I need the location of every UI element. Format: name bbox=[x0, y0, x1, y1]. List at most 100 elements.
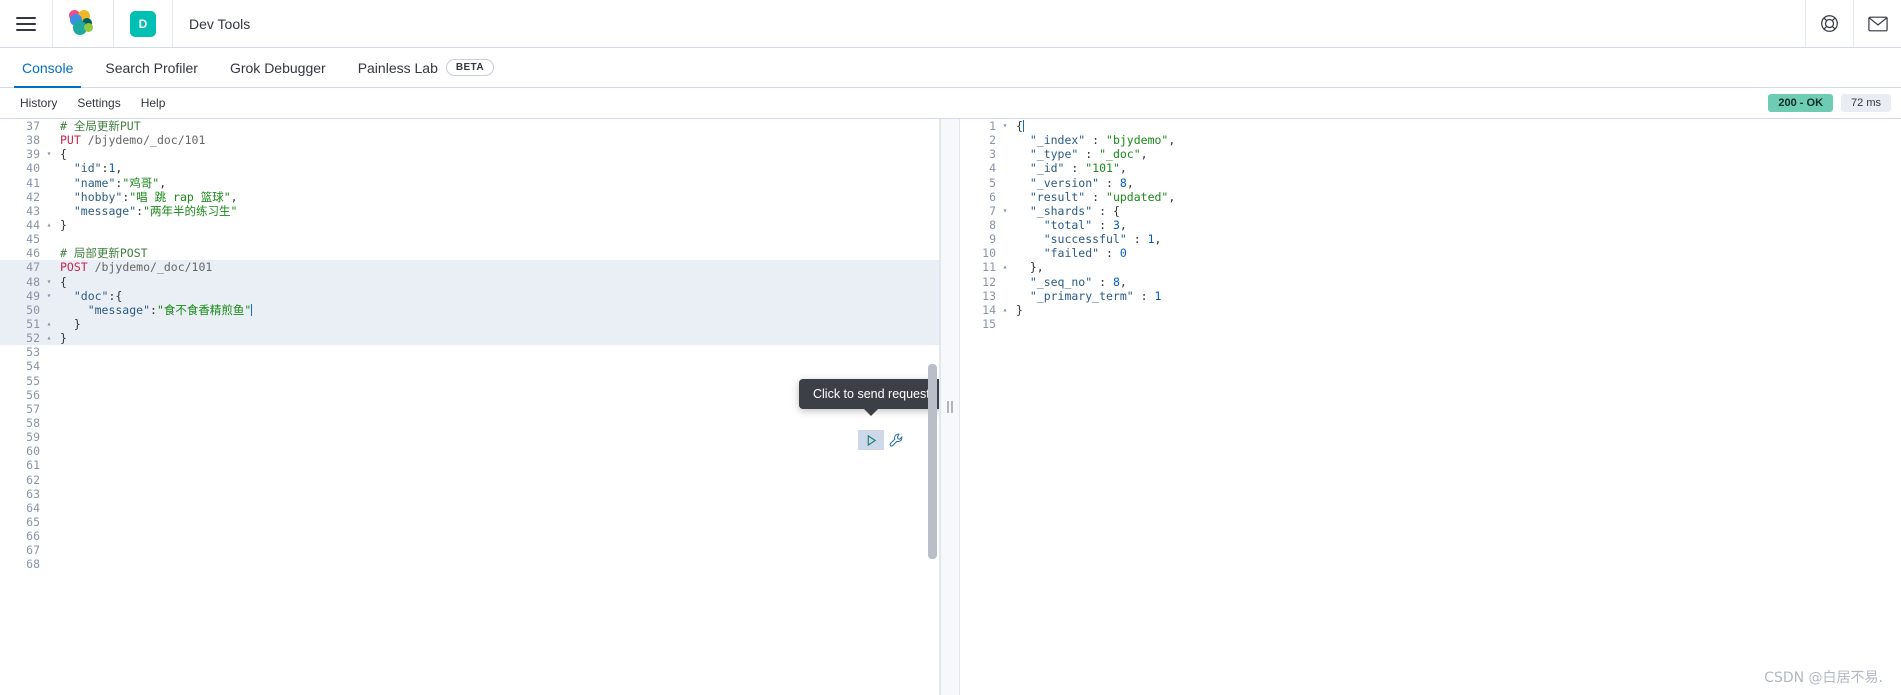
space-selector-button[interactable]: D bbox=[114, 0, 173, 47]
notifications-button[interactable] bbox=[1853, 0, 1901, 47]
code-line[interactable]: 49 ▾ "doc":{ bbox=[0, 288, 939, 303]
subbar-item-history[interactable]: History bbox=[10, 96, 67, 110]
code-line[interactable]: 65 bbox=[0, 514, 939, 530]
code-line[interactable]: 6 "result" : "updated", bbox=[960, 189, 1901, 204]
envelope-icon bbox=[1867, 16, 1888, 31]
code-line[interactable]: 8 "total" : 3, bbox=[960, 217, 1901, 233]
editor-vertical-scrollbar[interactable] bbox=[928, 364, 937, 559]
code-line[interactable]: 48 ▾ { bbox=[0, 274, 939, 289]
request-editor-pane[interactable]: 37 # 全局更新PUT 38 PUT /bjydemo/_doc/101 39 ▾{40… bbox=[0, 119, 940, 695]
code-line[interactable]: 66 bbox=[0, 529, 939, 544]
line-number: 41 bbox=[0, 175, 44, 190]
subbar-item-settings[interactable]: Settings bbox=[67, 96, 130, 110]
code-line[interactable]: 68 bbox=[0, 557, 939, 572]
elastic-logo-button[interactable] bbox=[53, 0, 114, 47]
code-line[interactable]: 53 bbox=[0, 345, 939, 360]
request-editor[interactable]: 37 # 全局更新PUT 38 PUT /bjydemo/_doc/101 39 ▾{40… bbox=[0, 119, 939, 695]
code-line[interactable]: 37 # 全局更新PUT bbox=[0, 119, 939, 134]
nav-menu-button[interactable] bbox=[0, 0, 53, 47]
code-line[interactable]: 14 ▴} bbox=[960, 302, 1901, 317]
code-line[interactable]: 54 bbox=[0, 359, 939, 374]
fold-toggle-icon[interactable]: ▴ bbox=[44, 317, 54, 331]
code-line[interactable]: 4 "_id" : "101", bbox=[960, 161, 1901, 176]
fold-toggle-icon[interactable]: ▾ bbox=[44, 275, 54, 289]
code-line[interactable]: 39 ▾ { bbox=[0, 147, 939, 162]
code-line[interactable]: 5 "_version" : 8, bbox=[960, 175, 1901, 190]
wrench-icon bbox=[889, 433, 902, 447]
token-punc: , bbox=[1119, 274, 1127, 289]
code-line[interactable]: 67 bbox=[0, 543, 939, 558]
fold-toggle-icon[interactable]: ▴ bbox=[1000, 260, 1010, 274]
code-line[interactable]: 7 ▾ "_shards" : { bbox=[960, 203, 1901, 218]
fold-toggle-icon[interactable]: ▾ bbox=[44, 147, 54, 161]
code-line[interactable]: 52 ▴} bbox=[0, 331, 939, 346]
fold-toggle-icon[interactable]: ▾ bbox=[1000, 204, 1010, 218]
code-line[interactable]: 60 bbox=[0, 444, 939, 459]
token-punc: , bbox=[1119, 217, 1127, 232]
send-request-button[interactable] bbox=[858, 430, 884, 450]
code-line[interactable]: 62 bbox=[0, 472, 939, 487]
code-line[interactable]: 38 PUT /bjydemo/_doc/101 bbox=[0, 133, 939, 148]
line-number: 46 bbox=[0, 246, 44, 261]
response-pane[interactable]: 1 ▾{2 "_index" : "bjydemo", 3 "_type" : "_… bbox=[960, 119, 1901, 695]
code-line[interactable]: 59 bbox=[0, 430, 939, 445]
code-line[interactable]: 10 "failed" : 0 bbox=[960, 246, 1901, 261]
fold-toggle-icon[interactable]: ▴ bbox=[1000, 303, 1010, 317]
fold-toggle-icon[interactable]: ▾ bbox=[44, 289, 54, 303]
code-line[interactable]: 50 "message":"食不食香精煎鱼" bbox=[0, 302, 939, 317]
code-text: { bbox=[54, 275, 939, 289]
code-line[interactable]: 51 ▴ } bbox=[0, 316, 939, 332]
code-line[interactable]: 43 "message":"两年半的练习生" bbox=[0, 203, 939, 218]
token-num: 8 bbox=[1119, 175, 1127, 190]
token-key: "_seq_no" bbox=[1016, 274, 1093, 289]
code-line[interactable]: 1 ▾ { bbox=[960, 119, 1901, 134]
text-caret bbox=[251, 303, 253, 316]
code-line[interactable]: 47 POST /bjydemo/_doc/101 bbox=[0, 260, 939, 275]
tab-console[interactable]: Console bbox=[6, 48, 89, 88]
code-text: } bbox=[54, 331, 939, 345]
code-line[interactable]: 61 bbox=[0, 458, 939, 473]
tab-search-profiler[interactable]: Search Profiler bbox=[89, 48, 214, 87]
subbar-item-help[interactable]: Help bbox=[131, 96, 176, 110]
code-line[interactable]: 11 ▴ }, bbox=[960, 260, 1901, 275]
request-options-button[interactable] bbox=[887, 431, 905, 449]
code-line[interactable]: 2 "_index" : "bjydemo", bbox=[960, 133, 1901, 148]
code-line[interactable]: 13 "_primary_term" : 1 bbox=[960, 288, 1901, 303]
line-number: 56 bbox=[0, 387, 44, 402]
code-line[interactable]: 63 bbox=[0, 486, 939, 501]
line-number: 1 bbox=[960, 119, 1000, 134]
code-line[interactable]: 41 "name":"鸡哥", bbox=[0, 175, 939, 190]
code-line[interactable]: 3 "_type" : "_doc", bbox=[960, 147, 1901, 162]
code-line[interactable]: 12 "_seq_no" : 8, bbox=[960, 274, 1901, 289]
tab-grok-debugger[interactable]: Grok Debugger bbox=[214, 48, 342, 87]
code-line[interactable]: 64 bbox=[0, 500, 939, 515]
code-line[interactable]: 46 # 局部更新POST bbox=[0, 246, 939, 261]
response-editor[interactable]: 1 ▾{2 "_index" : "bjydemo", 3 "_type" : "_… bbox=[960, 119, 1901, 695]
code-line[interactable]: 15 bbox=[960, 316, 1901, 332]
code-line[interactable]: 9 "successful" : 1, bbox=[960, 232, 1901, 247]
fold-toggle-icon[interactable]: ▴ bbox=[44, 331, 54, 345]
line-number: 43 bbox=[0, 203, 44, 218]
fold-toggle-icon[interactable]: ▾ bbox=[1000, 119, 1010, 133]
code-line[interactable]: 58 bbox=[0, 415, 939, 431]
global-header: D Dev Tools bbox=[0, 0, 1901, 48]
code-line[interactable]: 40 "id":1, bbox=[0, 161, 939, 176]
tab-painless-lab[interactable]: Painless Lab BETA bbox=[342, 48, 510, 87]
code-line[interactable]: 45 bbox=[0, 232, 939, 247]
token-key: "successful" bbox=[1016, 232, 1127, 247]
help-button[interactable] bbox=[1805, 0, 1853, 47]
code-line[interactable]: 42 "hobby":"唱 跳 rap 篮球", bbox=[0, 189, 939, 204]
panel-splitter[interactable] bbox=[940, 119, 960, 695]
code-text: # 局部更新POST bbox=[54, 246, 939, 260]
code-text: }, bbox=[1010, 260, 1901, 274]
code-line[interactable]: 44 ▴} bbox=[0, 217, 939, 233]
fold-toggle-icon[interactable]: ▴ bbox=[44, 218, 54, 232]
